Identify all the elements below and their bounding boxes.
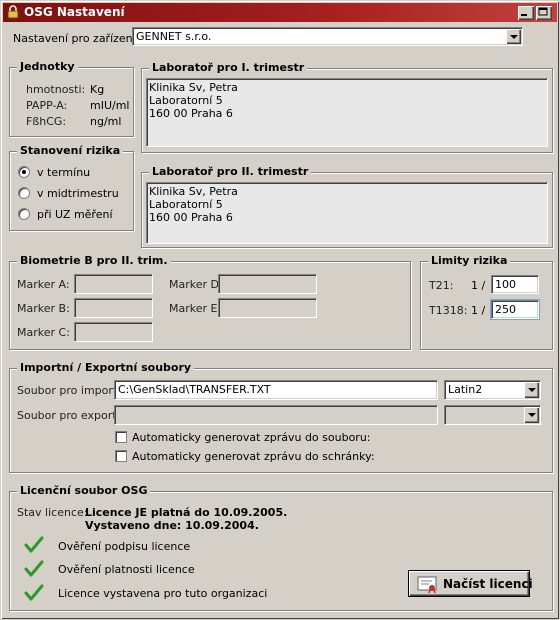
t21-label: T21: [429,279,454,292]
lab1-line: Klinika Sv, Petra [149,81,238,94]
limits-title: Limity rizika [428,254,511,267]
risk-group: Stanovení rizika v termínu v midtrimestr… [9,144,134,231]
units-title: Jednotky [17,60,78,73]
chevron-down-icon[interactable] [524,407,539,423]
export-path-input[interactable] [114,405,438,425]
license-check-signature: Ověření podpisu licence [58,540,191,553]
lab2-address[interactable]: Klinika Sv, Petra Laboratorní 5 160 00 P… [146,182,548,244]
chevron-down-icon[interactable] [524,382,539,398]
lab1-title: Laboratoř pro I. trimestr [149,61,308,74]
import-path-value: C:\GenSklad\TRANSFER.TXT [118,383,271,396]
lock-icon [7,5,19,19]
lab1-line: 160 00 Praha 6 [149,107,233,120]
checkmark-icon [24,584,44,601]
risk-option-ultrasound: při UZ měření [37,208,113,221]
import-encoding-select[interactable]: Latin2 [444,380,541,400]
marker-c-label: Marker C: [17,326,70,339]
marker-b-input[interactable] [74,298,153,318]
license-title: Licenční soubor OSG [17,484,151,497]
title-bar[interactable]: OSG Nastavení [3,3,557,22]
t21-prefix: 1 / [471,279,486,292]
marker-a-input[interactable] [74,274,153,294]
limits-group: Limity rizika T21: 1 / 100 T1318: 1 / 25… [420,254,553,350]
units-group: Jednotky hmotnosti: Kg PAPP-A: mIU/ml Fß… [9,60,134,137]
minimize-icon [521,14,527,16]
t1318-value: 250 [495,303,516,316]
risk-title: Stanovení rizika [17,144,124,157]
biometry-title: Biometrie B pro II. trim. [17,254,171,267]
license-status-line2: Vystaveno dne: 10.09.2004. [85,519,259,532]
export-label: Soubor pro export: [17,409,121,422]
auto-mailbox-checkbox[interactable] [115,450,127,462]
maximize-icon [538,7,548,16]
lab1-address[interactable]: Klinika Sv, Petra Laboratorní 5 160 00 P… [146,78,548,147]
lab2-title: Laboratoř pro II. trimestr [149,165,312,178]
files-title: Importní / Exportní soubory [17,361,195,374]
lab2-group: Laboratoř pro II. trimestr Klinika Sv, P… [141,165,553,248]
marker-e-label: Marker E: [169,302,222,315]
marker-c-input[interactable] [74,322,153,342]
license-check-validity: Ověření platnosti licence [58,563,195,576]
unit-weight-value: Kg [90,83,105,96]
minimize-button-2[interactable] [518,6,534,20]
device-select[interactable]: GENNET s.r.o. [132,27,523,46]
load-license-button[interactable]: Načíst licenci [408,570,533,597]
unit-pappa-value: mIU/ml [90,99,130,112]
device-value: GENNET s.r.o. [136,30,212,43]
t21-value: 100 [495,278,516,291]
auto-file-checkbox[interactable] [115,431,127,443]
risk-option-term-radio[interactable] [18,166,30,178]
marker-d-input[interactable] [218,274,317,294]
export-encoding-select[interactable] [444,405,541,425]
lab1-line: Laboratorní 5 [149,94,223,107]
marker-a-label: Marker A: [17,278,70,291]
t1318-label: T1318: [429,304,468,317]
marker-e-input[interactable] [218,298,317,318]
unit-pappa-label: PAPP-A: [26,99,68,112]
certificate-icon [417,576,437,593]
risk-option-ultrasound-radio[interactable] [18,208,30,220]
auto-file-label: Automaticky generovat zprávu do souboru: [132,431,371,444]
unit-fbhcg-label: FßhCG: [26,115,67,128]
import-encoding-value: Latin2 [448,383,483,396]
maximize-button[interactable] [536,6,552,20]
lab1-group: Laboratoř pro I. trimestr Klinika Sv, Pe… [141,61,553,153]
checkmark-icon [24,560,44,577]
checkmark-icon [24,536,44,553]
license-status-line1: Licence JE platná do 10.09.2005. [85,506,288,519]
risk-option-midtrimester: v midtrimestru [37,187,119,200]
import-path-input[interactable]: C:\GenSklad\TRANSFER.TXT [114,380,438,400]
files-group: Importní / Exportní soubory Soubor pro i… [9,361,553,473]
settings-window: OSG Nastavení Nastavení pro zařízení GEN… [0,0,560,620]
license-status-label: Stav licence: [17,506,88,519]
auto-mailbox-label: Automaticky generovat zprávu do schránky… [132,450,375,463]
lab2-line: Laboratorní 5 [149,198,223,211]
lab2-line: 160 00 Praha 6 [149,211,233,224]
lab2-line: Klinika Sv, Petra [149,185,238,198]
import-label: Soubor pro import: [17,384,121,397]
t1318-prefix: 1 / [471,304,486,317]
load-license-label: Načíst licenci [443,577,533,591]
window-title: OSG Nastavení [24,5,125,19]
t21-input[interactable]: 100 [491,275,539,294]
chevron-down-icon[interactable] [506,29,521,44]
license-group: Licenční soubor OSG Stav licence: Licenc… [9,484,553,611]
license-check-organization: Licence vystavena pro tuto organizaci [58,587,268,600]
unit-fbhcg-value: ng/ml [90,115,122,128]
marker-d-label: Marker D: [169,278,223,291]
device-label: Nastavení pro zařízení [13,32,136,45]
marker-b-label: Marker B: [17,302,70,315]
biometry-group: Biometrie B pro II. trim. Marker A: Mark… [9,254,411,350]
risk-option-midtrimester-radio[interactable] [18,187,30,199]
t1318-input[interactable]: 250 [490,299,540,320]
unit-weight-label: hmotnosti: [26,83,86,96]
risk-option-term: v termínu [37,166,91,179]
